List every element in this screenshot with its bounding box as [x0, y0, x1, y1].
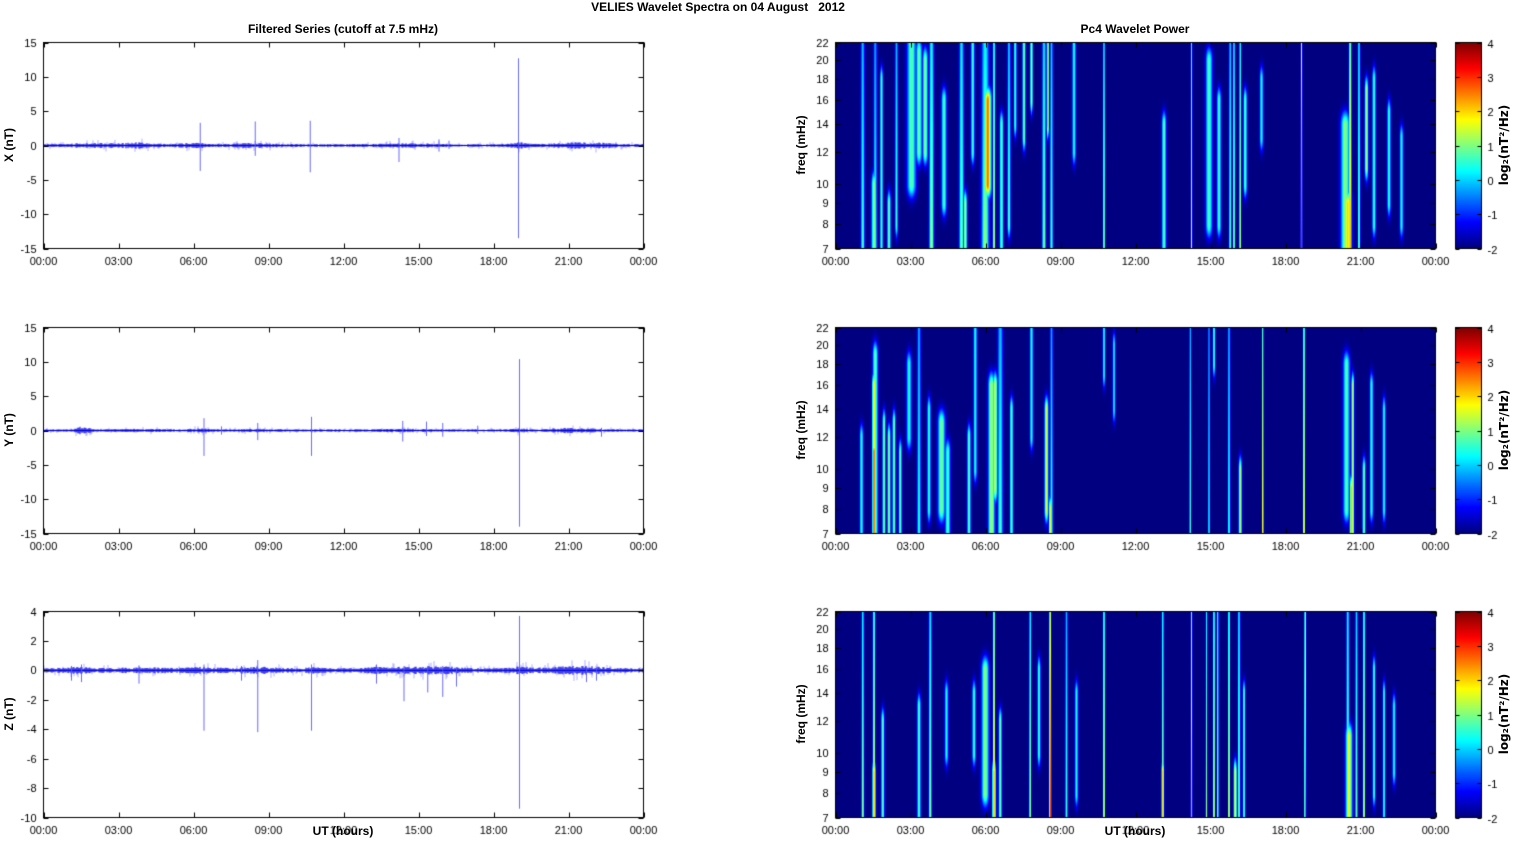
- x-wavelet-spectrogram: [700, 16, 1522, 296]
- y-wavelet-spectrogram: [700, 301, 1522, 581]
- figure-title: VELIES Wavelet Spectra on 04 August 2012: [591, 0, 845, 14]
- y-filtered-series-plot: [0, 301, 700, 581]
- wavelet-spectra-figure: VELIES Wavelet Spectra on 04 August 2012…: [0, 0, 1522, 851]
- z-wavelet-spectrogram: [700, 585, 1522, 851]
- z-filtered-series-plot: [0, 585, 700, 851]
- x-filtered-series-plot: [0, 16, 700, 296]
